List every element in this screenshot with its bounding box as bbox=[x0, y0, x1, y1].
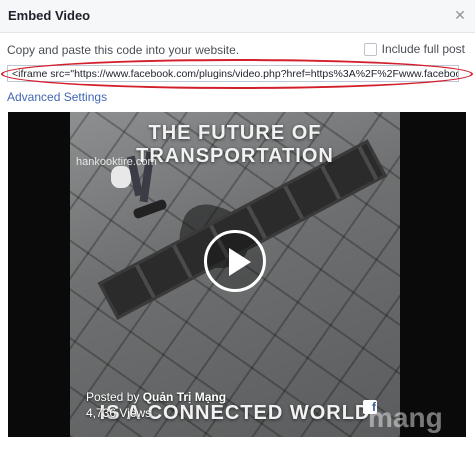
posted-by: Posted by Quản Trị Mạng bbox=[86, 389, 226, 405]
brand-watermark: mang bbox=[368, 402, 443, 433]
include-full-post-label: Include full post bbox=[381, 42, 465, 56]
video-meta: Posted by Quản Trị Mạng 4,736 Views bbox=[86, 389, 226, 421]
video-player[interactable]: THE FUTURE OF TRANSPORTATION hankooktire… bbox=[8, 112, 466, 437]
video-site-watermark: hankooktire.com bbox=[76, 156, 157, 168]
play-icon[interactable] bbox=[204, 230, 266, 292]
advanced-settings-link[interactable]: Advanced Settings bbox=[7, 90, 107, 104]
include-full-post-option[interactable]: Include full post bbox=[363, 42, 465, 56]
highlight-annotation bbox=[1, 59, 473, 89]
dialog-title: Embed Video bbox=[8, 8, 91, 23]
embed-instruction: Copy and paste this code into your websi… bbox=[7, 43, 240, 57]
dialog-header: Embed Video ✕ bbox=[0, 0, 475, 33]
posted-by-prefix: Posted by bbox=[86, 390, 143, 404]
close-icon[interactable]: ✕ bbox=[453, 8, 467, 22]
include-full-post-checkbox[interactable] bbox=[363, 42, 377, 56]
view-count: 4,736 Views bbox=[86, 406, 152, 420]
posted-by-name[interactable]: Quản Trị Mạng bbox=[143, 390, 226, 404]
